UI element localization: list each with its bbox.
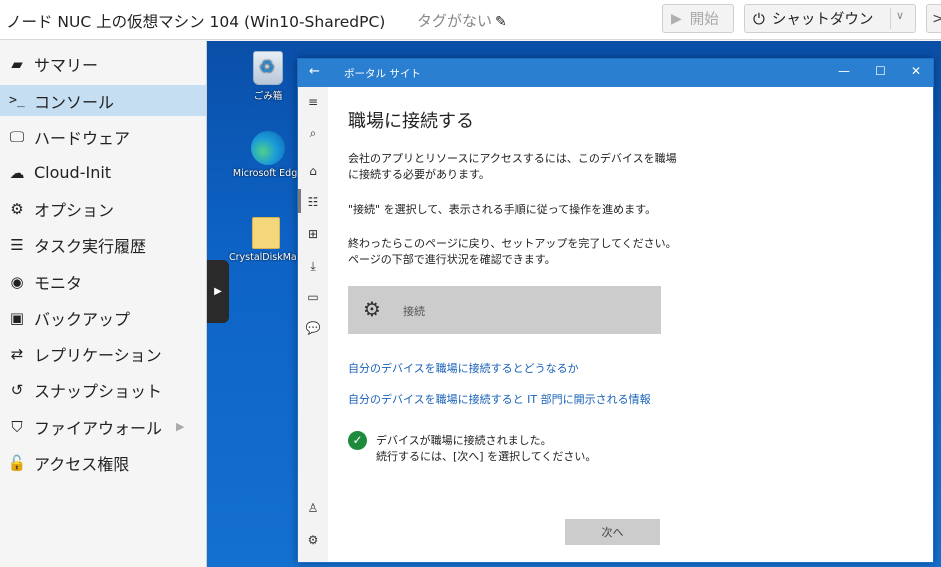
sidebar-item-label: アクセス権限 [34,454,130,474]
status-line-2: 続行するには、[次へ] を選択してください。 [376,450,597,463]
gear-icon: ⚙ [363,297,381,321]
desktop-icon-label: ごみ箱 [253,91,283,102]
desktop-icon-label: CrystalDiskMark [229,252,307,263]
download-icon[interactable]: ⤓ [305,259,321,274]
desktop-icon-label: Microsoft Edge [232,168,304,179]
sidebar-item-label: レプリケーション [34,345,162,365]
recycle-bin-icon [253,51,283,85]
sidebar-item-label: バックアップ [34,309,131,329]
sidebar-item-label: サマリー [34,55,99,75]
next-button[interactable]: 次へ [565,519,660,545]
list-icon[interactable]: ☷ [305,195,321,209]
sidebar-item-label: Cloud-Init [34,163,112,182]
start-label: 開始 [689,12,719,28]
sidebar-item-hardware[interactable]: 🖵 ハードウェア [0,121,206,152]
minimize-icon[interactable]: — [838,64,850,78]
back-arrow-icon[interactable]: ← [309,64,320,79]
retweet-icon: ⇄ [10,344,24,363]
history-icon: ↺ [10,380,24,399]
console-toolbar-handle[interactable]: ▶ [207,260,229,323]
instruction-paragraph: "接続" を選択して、表示される手順に従って操作を進めます。 [348,203,657,216]
folder-icon [252,217,280,249]
pencil-icon[interactable]: ✎ [495,14,507,30]
sidebar-item-backup[interactable]: ▣ バックアップ [0,302,206,333]
shield-icon: ⛉ [11,417,23,436]
sidebar-item-summary[interactable]: ▰ サマリー [0,48,206,79]
sidebar-item-label: ハードウェア [34,128,131,148]
sidebar-item-replication[interactable]: ⇄ レプリケーション [0,338,206,369]
checkmark-icon: ✓ [348,431,367,450]
page-heading: 職場に接続する [348,111,474,132]
shutdown-label: シャットダウン [771,12,874,28]
play-icon: ▶ [671,10,682,27]
nav-active-indicator [298,189,301,213]
sidebar-item-label: ファイアウォール [34,418,163,438]
sidebar-item-snapshot[interactable]: ↺ スナップショット [0,374,206,405]
sidebar: ▰ サマリー >_ コンソール 🖵 ハードウェア ☁ Cloud-Init ⚙ … [0,41,206,567]
edge-icon [251,131,285,165]
terminal-icon: >_ [9,93,25,108]
help-chat-icon[interactable]: 💬 [305,321,321,335]
unlock-icon: 🔓 [7,453,27,472]
sidebar-item-label: オプション [34,200,115,220]
connect-label: 接続 [403,305,425,318]
gear-icon[interactable]: ⚙ [305,533,321,547]
maximize-icon[interactable]: ☐ [875,64,886,78]
power-icon: ⏻ [753,9,765,28]
gear-icon: ⚙ [10,199,24,218]
sidebar-item-monitor[interactable]: ◉ モニタ [0,266,206,297]
sidebar-item-label: タスク実行履歴 [34,236,147,256]
desktop-icon-recycle-bin[interactable]: ごみ箱 [231,51,305,102]
book-icon: ▰ [11,54,23,73]
sidebar-item-console[interactable]: >_ コンソール [0,85,206,116]
apps-grid-icon[interactable]: ⊞ [305,227,321,241]
play-icon: ▶ [214,286,222,297]
connect-button[interactable]: ⚙ 接続 [348,286,661,334]
window-title: ポータル サイト [344,68,421,80]
split-divider [890,8,891,29]
link-what-happens[interactable]: 自分のデバイスを職場に接続するとどうなるか [348,360,579,376]
window-nav-rail: ≡ ⌕ ⌂ ☷ ⊞ ⤓ ▭ 💬 ♙ ⚙ [298,87,328,562]
eye-icon: ◉ [10,272,24,291]
chevron-right-icon: > [932,10,941,27]
sidebar-item-task-history[interactable]: ☰ タスク実行履歴 [0,229,206,260]
sidebar-item-label: スナップショット [34,381,163,401]
sidebar-item-options[interactable]: ⚙ オプション [0,193,206,224]
return-paragraph: 終わったらこのページに戻り、セットアップを完了してください。ページの下部で進行状… [348,237,677,266]
chevron-down-icon[interactable]: ∨ [896,9,904,22]
page-title: ノード NUC 上の仮想マシン 104 (Win10-SharedPC) [6,13,386,31]
portal-window: ← ポータル サイト — ☐ ✕ ≡ ⌕ ⌂ ☷ ⊞ ⤓ ▭ 💬 ♙ ⚙ 職場に… [297,58,934,563]
list-icon: ☰ [10,235,24,254]
top-toolbar: ノード NUC 上の仮想マシン 104 (Win10-SharedPC) タグが… [0,0,941,40]
home-icon[interactable]: ⌂ [305,164,321,178]
next-label: 次へ [601,526,624,539]
shutdown-button[interactable]: ⏻ シャットダウン ∨ [744,4,916,33]
sidebar-item-permissions[interactable]: 🔓 アクセス権限 [0,447,206,478]
start-button[interactable]: ▶ 開始 [662,4,734,33]
intro-paragraph: 会社のアプリとリソースにアクセスするには、このデバイスを職場に接続する必要があり… [348,152,677,181]
chevron-right-icon: ▶ [176,420,185,433]
window-title-bar: ← ポータル サイト — ☐ ✕ [298,59,933,87]
window-content: 職場に接続する 会社のアプリとリソースにアクセスするには、このデバイスを職場に接… [328,87,933,562]
search-icon[interactable]: ⌕ [305,126,321,141]
sidebar-item-label: モニタ [34,273,83,293]
floppy-icon: ▣ [9,308,25,327]
cloud-icon: ☁ [9,163,25,182]
user-icon[interactable]: ♙ [305,501,321,515]
sidebar-item-cloud-init[interactable]: ☁ Cloud-Init [0,157,206,188]
desktop-icon-crystaldiskmark[interactable]: CrystalDiskMark [229,217,307,263]
sidebar-item-firewall[interactable]: ⛉ ファイアウォール ▶ [0,411,206,442]
close-icon[interactable]: ✕ [911,64,921,78]
sidebar-item-label: コンソール [34,92,115,112]
status-line-1: デバイスが職場に接続されました。 [376,434,552,447]
tags-label: タグがない [417,12,493,30]
more-button[interactable]: > [926,4,941,33]
desktop-icon-edge[interactable]: Microsoft Edge [231,131,305,179]
monitor-icon: 🖵 [9,127,25,146]
laptop-icon[interactable]: ▭ [305,290,321,304]
link-it-disclosure[interactable]: 自分のデバイスを職場に接続すると IT 部門に開示される情報 [348,391,651,407]
hamburger-icon[interactable]: ≡ [305,95,321,109]
tags-field[interactable]: タグがない ✎ [417,10,507,31]
